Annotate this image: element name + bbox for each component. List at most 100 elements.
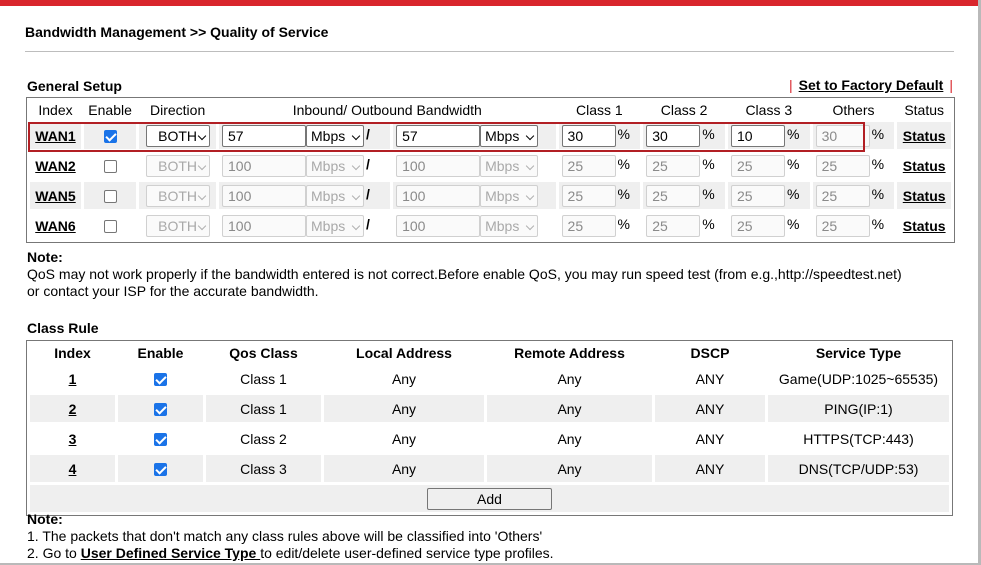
rule-index-link-3[interactable]: 3 (69, 431, 77, 447)
wan2-outbound-unit-select: Mbps (480, 154, 539, 177)
rule-index-link-1[interactable]: 1 (69, 371, 77, 387)
wan5-class3-input: 25 (730, 184, 785, 207)
wan6-inbound-input: 100 (222, 214, 307, 237)
rule-2-enable-checkbox[interactable] (154, 403, 167, 417)
wan6-outbound-unit-select: Mbps (480, 214, 539, 237)
wan1-status-link[interactable]: Status (903, 128, 946, 144)
wan6-direction-select: BOTH (145, 214, 210, 237)
user-defined-service-type-link[interactable]: User Defined Service Type (81, 545, 260, 561)
wan1-outbound-input[interactable]: 57 (396, 124, 481, 147)
add-row: Add (30, 485, 949, 512)
chevron-down-icon (197, 221, 206, 230)
wan2-status-link[interactable]: Status (903, 158, 946, 174)
rule-col-dscp: DSCP (690, 345, 730, 361)
note2-line-2: 2. Go to User Defined Service Type to ed… (27, 545, 554, 561)
wan-row-wan6: WAN6 BOTH 100 Mbps/ 100 Mbps 25% 25% 25% 2… (30, 212, 951, 239)
rule-1-service-type: Game(UDP:1025~65535) (778, 370, 939, 387)
col-direction: Direction (149, 102, 206, 118)
rule-3-qos-class: Class 2 (240, 430, 287, 447)
wan2-enable-checkbox[interactable] (103, 160, 117, 174)
wan5-inbound-input: 100 (222, 184, 307, 207)
wan6-status-link[interactable]: Status (903, 218, 946, 234)
bandwidth-note: Note: QoS may not work properly if the b… (27, 249, 902, 300)
col-others: Others (832, 102, 875, 118)
col-class1: Class 1 (576, 102, 623, 118)
set-factory-default-link[interactable]: Set to Factory Default (799, 77, 944, 93)
wan2-outbound-input: 100 (396, 154, 481, 177)
rule-1-enable-checkbox[interactable] (154, 373, 167, 387)
wan1-enable-checkbox[interactable] (103, 130, 117, 144)
rule-2-qos-class: Class 1 (206, 395, 321, 422)
rule-index-link-2[interactable]: 2 (69, 401, 77, 417)
rule-3-service-type: HTTPS(TCP:443) (803, 430, 914, 447)
wan1-link[interactable]: WAN1 (35, 128, 75, 144)
wan6-others-value: 25 (815, 214, 870, 237)
wan1-class2-input[interactable]: 30 (646, 124, 701, 147)
rule-3-enable-checkbox[interactable] (154, 433, 167, 447)
rule-row: 3 Class 2 Any Any ANY HTTPS(TCP:443) (30, 425, 949, 452)
general-setup-title: General Setup (27, 78, 122, 94)
rule-col-index: Index (54, 345, 91, 361)
chevron-down-icon (351, 191, 361, 200)
wan1-outbound-unit-select[interactable]: Mbps (480, 124, 539, 147)
wan6-enable-checkbox[interactable] (103, 220, 117, 234)
chevron-down-icon (197, 161, 206, 170)
col-class2: Class 2 (660, 102, 708, 118)
chevron-down-icon (525, 221, 535, 230)
wan6-link[interactable]: WAN6 (35, 218, 75, 234)
rule-1-qos-class: Class 1 (240, 370, 287, 387)
wan2-class1-input: 25 (561, 154, 616, 177)
wan2-link[interactable]: WAN2 (35, 158, 75, 174)
rule-row: 1 Class 1 Any Any ANY Game(UDP:1025~6553… (30, 365, 949, 392)
wan6-class1-input: 25 (561, 214, 616, 237)
wan5-enable-checkbox[interactable] (103, 190, 117, 204)
wan5-direction-select: BOTH (145, 184, 210, 207)
chevron-down-icon (197, 131, 206, 140)
chevron-down-icon (351, 131, 361, 140)
rule-3-dscp: ANY (695, 430, 725, 447)
wan-row-wan1: WAN1 BOTH 57 Mbps/ 57 Mbps 30% 30% 10% 30%… (30, 122, 951, 149)
chevron-down-icon (525, 161, 535, 170)
add-rule-button[interactable]: Add (427, 487, 552, 510)
rule-col-service-type: Service Type (815, 345, 902, 361)
wan1-direction-select[interactable]: BOTH (145, 124, 210, 147)
rule-row: 2 Class 1 Any Any ANY PING(IP:1) (30, 395, 949, 422)
wan2-class2-input: 25 (646, 154, 701, 177)
page-title: Bandwidth Management >> Quality of Servi… (25, 24, 329, 40)
col-bandwidth: Inbound/ Outbound Bandwidth (292, 102, 482, 118)
chevron-down-icon (525, 131, 535, 140)
rule-1-local-address: Any (391, 370, 417, 387)
chevron-down-icon (197, 191, 206, 200)
rule-4-local-address: Any (324, 455, 484, 482)
wan6-inbound-unit-select: Mbps (306, 214, 365, 237)
rule-4-remote-address: Any (487, 455, 652, 482)
col-class3: Class 3 (745, 102, 793, 118)
rule-index-link-4[interactable]: 4 (69, 461, 77, 477)
class-rule-note: Note: 1. The packets that don't match an… (27, 511, 554, 562)
wan1-others-value: 30 (815, 124, 870, 147)
title-divider (25, 51, 954, 52)
note-line-2: or contact your ISP for the accurate ban… (27, 283, 319, 299)
note2-line-1: 1. The packets that don't match any clas… (27, 528, 543, 544)
wan5-status-link[interactable]: Status (903, 188, 946, 204)
rule-1-dscp: ANY (695, 370, 725, 387)
col-enable: Enable (88, 102, 132, 118)
wan1-class1-input[interactable]: 30 (561, 124, 616, 147)
wan1-class3-input[interactable]: 10 (730, 124, 785, 147)
wan5-link[interactable]: WAN5 (35, 188, 75, 204)
wan-row-wan2: WAN2 BOTH 100 Mbps/ 100 Mbps 25% 25% 25% 2… (30, 152, 951, 179)
rule-row: 4 Class 3 Any Any ANY DNS(TCP/UDP:53) (30, 455, 949, 482)
rule-4-service-type: DNS(TCP/UDP:53) (768, 455, 949, 482)
general-setup-table: Index Enable Direction Inbound/ Outbound… (26, 97, 955, 243)
rule-3-local-address: Any (391, 430, 417, 447)
rule-4-enable-checkbox[interactable] (154, 463, 167, 477)
wan2-inbound-unit-select: Mbps (306, 154, 365, 177)
wan1-inbound-input[interactable]: 57 (222, 124, 307, 147)
rule-1-remote-address: Any (557, 370, 582, 387)
wan1-inbound-unit-select[interactable]: Mbps (306, 124, 365, 147)
rule-4-qos-class: Class 3 (206, 455, 321, 482)
rule-2-local-address: Any (324, 395, 484, 422)
wan5-class1-input: 25 (561, 184, 616, 207)
note-line-1: QoS may not work properly if the bandwid… (27, 266, 902, 282)
class-rule-title: Class Rule (27, 320, 99, 336)
